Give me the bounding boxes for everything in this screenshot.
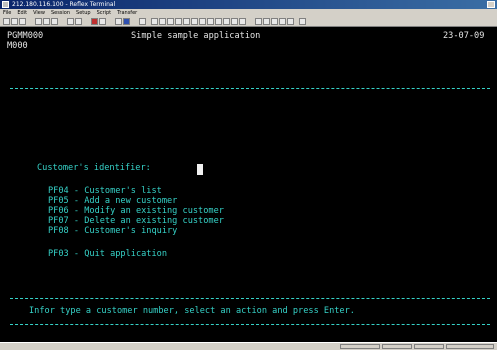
pf4-key-icon[interactable] xyxy=(175,18,182,25)
page-title: Simple sample application xyxy=(131,31,261,41)
pf3-key-icon[interactable] xyxy=(167,18,174,25)
close-icon[interactable] xyxy=(487,1,495,8)
pf1-key-icon[interactable] xyxy=(151,18,158,25)
action-modify-customer: PF06 - Modify an existing customer xyxy=(48,206,224,216)
print-icon[interactable] xyxy=(51,18,58,25)
menu-session[interactable]: Session xyxy=(51,9,70,17)
map-id: M000 xyxy=(7,41,28,51)
program-id: PGMM000 xyxy=(7,31,44,41)
enter-key-icon[interactable] xyxy=(287,18,294,25)
macro-icon[interactable] xyxy=(123,18,130,25)
menu-setup[interactable]: Setup xyxy=(76,9,91,17)
status-cell-4 xyxy=(446,344,494,349)
pf5-key-icon[interactable] xyxy=(183,18,190,25)
pf6-key-icon[interactable] xyxy=(191,18,198,25)
action-quit: PF03 - Quit application xyxy=(48,249,167,259)
status-cell-2 xyxy=(382,344,412,349)
menu-edit[interactable]: Edit xyxy=(17,9,27,17)
disconnect-icon[interactable] xyxy=(43,18,50,25)
copy-icon[interactable] xyxy=(67,18,74,25)
customer-id-field[interactable] xyxy=(197,164,203,175)
info-message: Infor type a customer number, select an … xyxy=(29,306,355,316)
action-delete-customer: PF07 - Delete an existing customer xyxy=(48,216,224,226)
status-divider xyxy=(10,324,490,325)
stop-icon[interactable] xyxy=(91,18,98,25)
toolbar xyxy=(0,17,497,27)
status-cell-3 xyxy=(414,344,444,349)
paste-icon[interactable] xyxy=(75,18,82,25)
window-title: 212.180.116.100 - Reflex Terminal xyxy=(12,1,116,8)
action-add-customer: PF05 - Add a new customer xyxy=(48,196,178,206)
menu-bar: File Edit View Session Setup Script Tran… xyxy=(0,9,497,17)
pf12-key-icon[interactable] xyxy=(239,18,246,25)
connect-icon[interactable] xyxy=(35,18,42,25)
window-controls xyxy=(487,1,495,8)
menu-transfer[interactable]: Transfer xyxy=(117,9,137,17)
status-cell-1 xyxy=(340,344,380,349)
customer-id-label: Customer's identifier: xyxy=(37,163,151,173)
open-icon[interactable] xyxy=(11,18,18,25)
attention-key-icon[interactable] xyxy=(255,18,262,25)
settings-icon[interactable] xyxy=(99,18,106,25)
menu-script[interactable]: Script xyxy=(97,9,112,17)
keyboard-icon[interactable] xyxy=(115,18,122,25)
pf10-key-icon[interactable] xyxy=(223,18,230,25)
pf7-key-icon[interactable] xyxy=(199,18,206,25)
menu-view[interactable]: View xyxy=(33,9,45,17)
action-customer-inquiry: PF08 - Customer's inquiry xyxy=(48,226,178,236)
bottom-divider xyxy=(10,298,490,299)
transfer-icon[interactable] xyxy=(139,18,146,25)
window-titlebar: 212.180.116.100 - Reflex Terminal xyxy=(0,0,497,9)
screen-date: 23-07-09 xyxy=(443,31,485,41)
help-icon[interactable] xyxy=(299,18,306,25)
terminal-screen[interactable]: PGMM000 M000 Simple sample application 2… xyxy=(0,27,497,342)
top-divider xyxy=(10,88,490,89)
action-customers-list: PF04 - Customer's list xyxy=(48,186,162,196)
new-session-icon[interactable] xyxy=(3,18,10,25)
save-icon[interactable] xyxy=(19,18,26,25)
reset-key-icon[interactable] xyxy=(279,18,286,25)
pf8-key-icon[interactable] xyxy=(207,18,214,25)
clear-key-icon[interactable] xyxy=(271,18,278,25)
menu-file[interactable]: File xyxy=(3,9,11,17)
pf9-key-icon[interactable] xyxy=(215,18,222,25)
app-icon xyxy=(2,1,9,8)
pf11-key-icon[interactable] xyxy=(231,18,238,25)
status-bar xyxy=(0,342,497,350)
pf2-key-icon[interactable] xyxy=(159,18,166,25)
sysreq-key-icon[interactable] xyxy=(263,18,270,25)
